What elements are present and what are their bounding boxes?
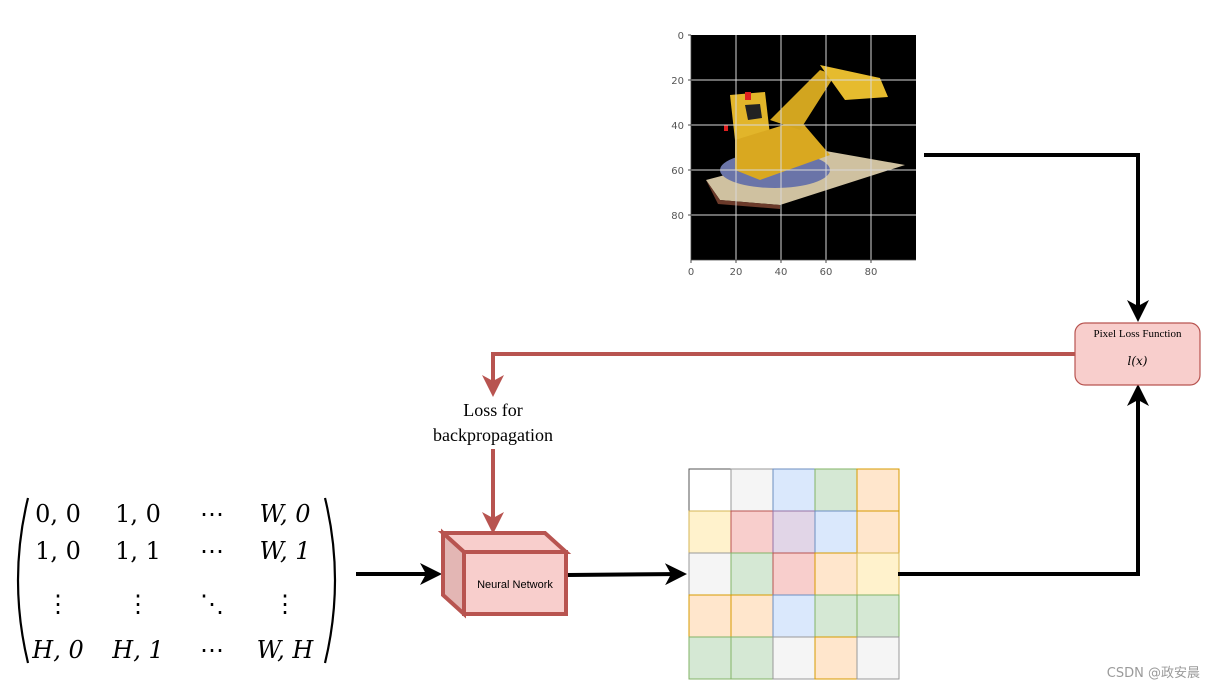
- grid-pixel-red: [772, 552, 816, 596]
- grid-pixel-gray: [730, 468, 774, 512]
- grid-pixel-white: [688, 468, 732, 512]
- x-tick-label: 80: [865, 267, 878, 278]
- grid-pixel-green: [730, 636, 774, 680]
- grid-pixel-gray: [688, 552, 732, 596]
- x-tick-label: 60: [820, 267, 833, 278]
- matrix-cell: 1, 0: [35, 537, 81, 565]
- matrix-cell: W, 1: [260, 537, 311, 565]
- grid-pixel-green: [856, 594, 900, 638]
- matrix-cell: ⋮: [273, 590, 297, 618]
- x-tick-label: 20: [730, 267, 743, 278]
- grid-pixel-green: [814, 594, 858, 638]
- loss-backprop-label-line1: Loss for: [463, 400, 523, 420]
- target-image-plot: 0 20 40 60 80 0 20 40 60 80: [671, 31, 916, 278]
- grid-pixel-green: [688, 636, 732, 680]
- matrix-left-paren: [16, 497, 30, 664]
- arrow-network-to-output: [567, 563, 687, 586]
- matrix-cell: 1, 1: [115, 537, 161, 565]
- matrix-cell: W, 0: [260, 500, 311, 528]
- predicted-pixel-grid: [688, 468, 900, 680]
- arrow-loss-feedback: [482, 352, 1075, 397]
- grid-pixel-blue: [772, 468, 816, 512]
- matrix-cell: 0, 0: [35, 500, 81, 528]
- y-tick-label: 60: [671, 166, 684, 177]
- grid-pixel-yellow: [856, 552, 900, 596]
- x-tick-label: 0: [688, 267, 694, 278]
- loss-backprop-label-line2: backpropagation: [433, 425, 553, 445]
- watermark: CSDN @政安晨: [1106, 666, 1200, 681]
- neural-network-block: Neural Network: [437, 528, 572, 619]
- matrix-cell: H, 1: [111, 636, 163, 664]
- grid-pixel-orange: [688, 594, 732, 638]
- nerf-training-diagram: 0, 0 1, 0 ⋯ W, 0 1, 0 1, 1 ⋯ W, 1 ⋮ ⋮ ⋱ ⋮ H, 0 H, 1 ⋯ W…: [16, 31, 1201, 680]
- pixel-loss-function-block: Pixel Loss Function l(x): [1074, 322, 1201, 386]
- grid-pixel-gray: [772, 636, 816, 680]
- matrix-cell: ⋯: [200, 636, 224, 664]
- y-tick-label: 20: [671, 76, 684, 87]
- grid-pixel-yellow: [688, 510, 732, 554]
- arrow-output-to-loss: [898, 384, 1149, 576]
- arrow-target-to-loss: [924, 153, 1149, 322]
- matrix-cell: ⋱: [200, 590, 224, 618]
- grid-pixel-blue: [814, 510, 858, 554]
- grid-pixel-orange: [856, 510, 900, 554]
- matrix-cell: 1, 0: [115, 500, 161, 528]
- grid-pixel-green: [730, 552, 774, 596]
- grid-pixel-gray: [856, 636, 900, 680]
- matrix-cell: H, 0: [31, 636, 83, 664]
- matrix-cell: ⋯: [200, 537, 224, 565]
- grid-pixel-purple: [772, 510, 816, 554]
- grid-pixel-red: [730, 510, 774, 554]
- matrix-cell: W, H: [257, 636, 315, 664]
- nn-label: Neural Network: [477, 579, 553, 591]
- loss-function-title: Pixel Loss Function: [1093, 328, 1182, 340]
- matrix-cell: ⋯: [200, 500, 224, 528]
- matrix-right-paren: [323, 497, 337, 664]
- matrix-cell: ⋮: [126, 590, 150, 618]
- x-tick-label: 40: [775, 267, 788, 278]
- grid-pixel-orange: [856, 468, 900, 512]
- grid-pixel-orange: [814, 636, 858, 680]
- grid-pixel-orange: [814, 552, 858, 596]
- y-tick-label: 0: [678, 31, 684, 42]
- grid-pixel-blue: [772, 594, 816, 638]
- grid-pixel-green: [814, 468, 858, 512]
- matrix-cell: ⋮: [46, 590, 70, 618]
- y-tick-label: 80: [671, 211, 684, 222]
- y-tick-label: 40: [671, 121, 684, 132]
- grid-pixel-orange: [730, 594, 774, 638]
- loss-function-formula: l(x): [1128, 354, 1148, 368]
- input-coordinate-matrix: 0, 0 1, 0 ⋯ W, 0 1, 0 1, 1 ⋯ W, 1 ⋮ ⋮ ⋱ ⋮ H, 0 H, 1 ⋯ W…: [16, 497, 337, 664]
